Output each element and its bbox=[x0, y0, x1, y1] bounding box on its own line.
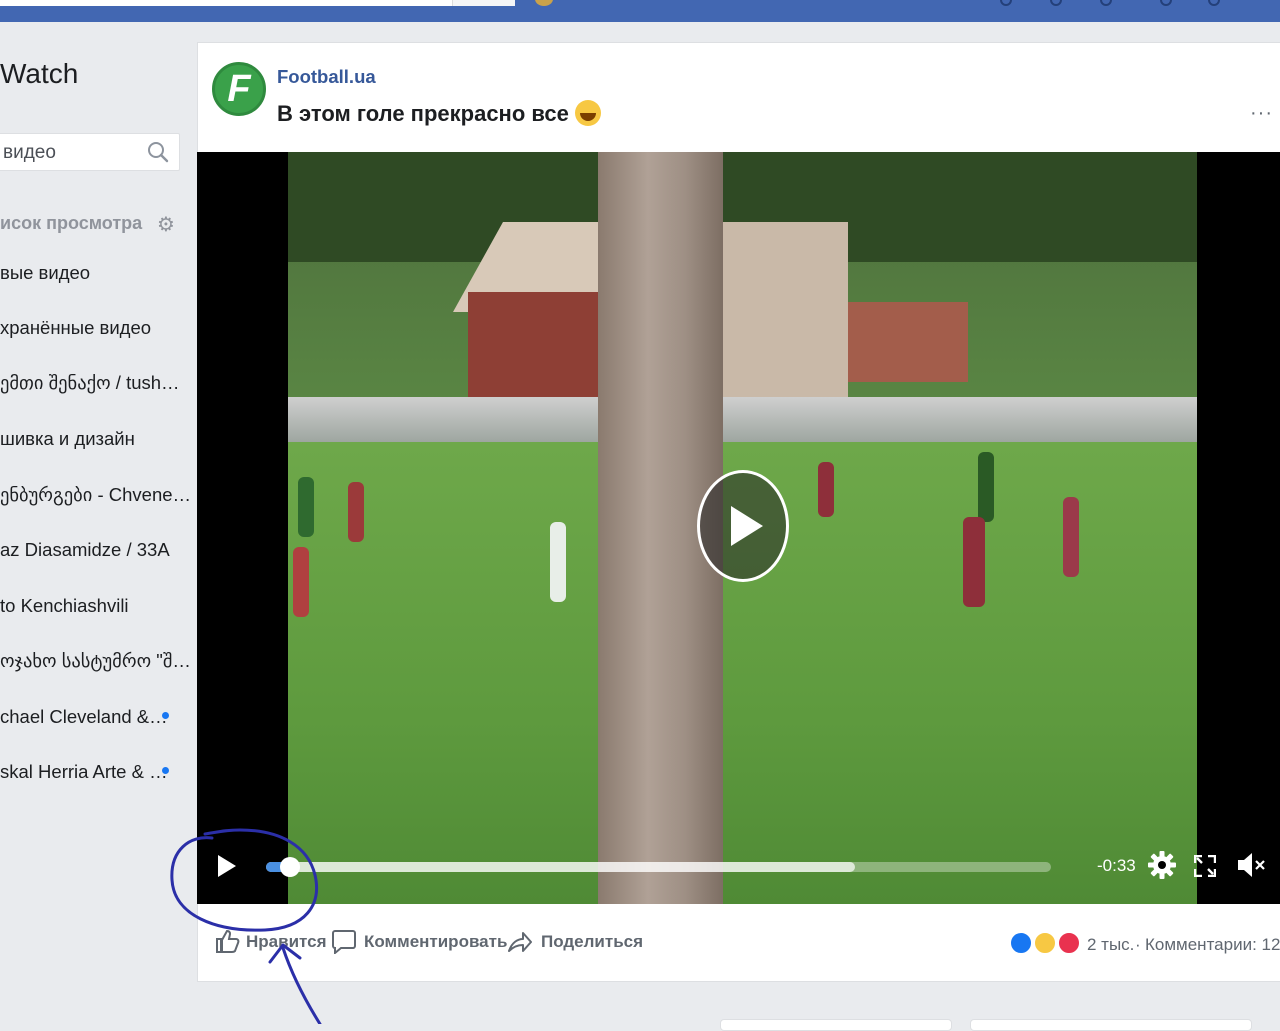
new-content-dot bbox=[162, 712, 169, 719]
fullscreen-icon[interactable] bbox=[1194, 855, 1216, 877]
gear-icon[interactable]: ⚙ bbox=[157, 215, 175, 235]
more-options-button[interactable]: ··· bbox=[1250, 102, 1273, 125]
sidebar-item-page[interactable]: az Diasamidze / 33A bbox=[0, 539, 170, 561]
page-name-link[interactable]: Football.ua bbox=[277, 66, 376, 88]
sidebar-item-page[interactable]: skal Herria Arte & … bbox=[0, 761, 168, 783]
notifications-icon[interactable] bbox=[1100, 0, 1112, 6]
next-card-edge bbox=[720, 1019, 952, 1031]
video-scene-player bbox=[1063, 497, 1079, 577]
progress-bar[interactable] bbox=[266, 857, 1051, 877]
video-scene-player bbox=[818, 462, 834, 517]
video-scene-player bbox=[348, 482, 364, 542]
top-navigation-bar bbox=[0, 0, 1280, 22]
sidebar-item-page[interactable]: ოჯახო სასტუმრო "შ… bbox=[0, 650, 191, 672]
haha-reaction-icon[interactable] bbox=[1033, 931, 1057, 955]
new-content-dot bbox=[162, 767, 169, 774]
video-scene-player bbox=[550, 522, 566, 602]
love-reaction-icon[interactable] bbox=[1057, 931, 1081, 955]
video-player[interactable] bbox=[197, 152, 1280, 904]
like-button[interactable]: Нравится bbox=[246, 932, 327, 952]
video-search-input[interactable]: видео bbox=[0, 133, 180, 171]
page-logo[interactable]: F bbox=[212, 62, 266, 116]
comment-icon[interactable] bbox=[331, 928, 357, 954]
play-icon bbox=[731, 506, 763, 546]
sidebar-item-saved-videos[interactable]: хранённые видео bbox=[0, 317, 151, 339]
messages-icon[interactable] bbox=[1050, 0, 1062, 6]
video-scene-player bbox=[298, 477, 314, 537]
progress-handle[interactable] bbox=[279, 857, 300, 877]
share-button[interactable]: Поделиться bbox=[541, 932, 643, 952]
video-scene-player bbox=[963, 517, 985, 607]
like-reaction-icon[interactable] bbox=[1009, 931, 1033, 955]
post-text-content: В этом голе прекрасно все bbox=[277, 101, 569, 126]
sidebar-item-new-videos[interactable]: вые видео bbox=[0, 262, 90, 284]
video-scene-player bbox=[978, 452, 994, 522]
buffered-bar bbox=[266, 862, 855, 872]
big-play-button[interactable] bbox=[697, 470, 789, 582]
video-scene-player bbox=[293, 547, 309, 617]
page-title: Watch bbox=[0, 58, 79, 89]
share-icon[interactable] bbox=[507, 928, 533, 954]
search-icon[interactable] bbox=[147, 141, 169, 163]
sidebar-item-page[interactable]: ემთი შენაქო / tush… bbox=[0, 372, 180, 394]
help-icon[interactable] bbox=[1160, 0, 1172, 6]
like-thumb-icon[interactable] bbox=[214, 928, 240, 954]
stats-separator: · bbox=[1135, 935, 1141, 954]
sidebar-item-page[interactable]: ენბურგები - Chvene… bbox=[0, 484, 191, 506]
video-scene-building bbox=[848, 302, 968, 382]
comments-count[interactable]: Комментарии: 12 bbox=[1145, 935, 1280, 955]
video-scene-building bbox=[708, 222, 848, 412]
account-menu-icon[interactable] bbox=[1208, 0, 1220, 6]
reactions-count[interactable]: 2 тыс. bbox=[1087, 935, 1134, 955]
settings-gear-icon[interactable] bbox=[1148, 851, 1176, 879]
sidebar-item-page[interactable]: to Kenchiashvili bbox=[0, 595, 129, 617]
watchlist-section-title: исок просмотра bbox=[0, 213, 143, 233]
sidebar-item-page[interactable]: chael Cleveland &… bbox=[0, 706, 168, 728]
top-search-button[interactable] bbox=[452, 0, 515, 6]
top-search-input[interactable] bbox=[0, 0, 514, 6]
profile-avatar[interactable] bbox=[535, 0, 553, 6]
post-text: В этом голе прекрасно все bbox=[277, 100, 601, 127]
time-remaining: -0:33 bbox=[1097, 856, 1136, 875]
search-input-text: видео bbox=[3, 142, 56, 163]
sidebar-item-page[interactable]: шивка и дизайн bbox=[0, 428, 135, 450]
laughing-emoji-icon bbox=[574, 100, 601, 126]
mute-icon[interactable] bbox=[1236, 850, 1268, 880]
next-card-edge bbox=[970, 1019, 1252, 1031]
video-scene-wall bbox=[288, 397, 1197, 442]
play-icon[interactable] bbox=[218, 855, 236, 877]
logo-letter: F bbox=[227, 68, 251, 110]
friends-icon[interactable] bbox=[1000, 0, 1012, 6]
comment-button[interactable]: Комментировать bbox=[364, 932, 507, 952]
